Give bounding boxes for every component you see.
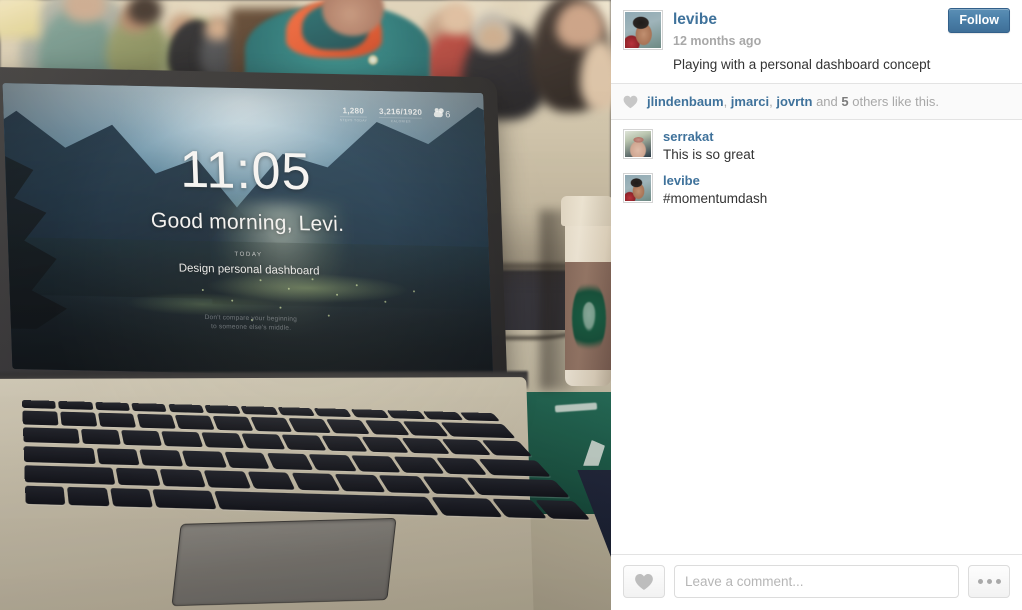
screen-weather: 6 — [434, 109, 450, 119]
likes-text: jlindenbaum, jmarci, jovrtn and 5 others… — [647, 94, 939, 109]
list-item: serrakat This is so great — [623, 129, 1010, 163]
like-user-1[interactable]: jmarci — [731, 94, 769, 109]
avatar-serrakat — [625, 131, 651, 157]
post-author-link[interactable]: levibe — [673, 11, 717, 29]
likes-and-text: and — [812, 94, 842, 109]
likes-row: jlindenbaum, jmarci, jovrtn and 5 others… — [611, 83, 1022, 120]
avatar[interactable] — [623, 173, 653, 203]
cafe-wall-art — [0, 0, 40, 38]
heart-icon — [635, 573, 653, 590]
screen-weather-temp: 6 — [445, 109, 451, 120]
likes-suffix: others like this. — [848, 94, 939, 109]
comment-text: This is so great — [663, 147, 755, 162]
screen-stat-calories: 3,216/1920 CALORIES — [379, 107, 423, 124]
instagram-post-page: 1,280 STEPS TODAY 3,216/1920 CALORIES 6 … — [0, 0, 1022, 610]
screen-stat-steps-value: 1,280 — [342, 105, 365, 116]
post-header: levibe 12 months ago Playing with a pers… — [611, 0, 1022, 83]
laptop-trackpad — [171, 517, 397, 607]
post-photo[interactable]: 1,280 STEPS TODAY 3,216/1920 CALORIES 6 … — [0, 0, 611, 610]
post-caption: Playing with a personal dashboard concep… — [673, 57, 931, 72]
cloud-icon — [434, 110, 444, 117]
comment-input[interactable] — [674, 565, 959, 598]
ellipsis-icon — [995, 579, 1001, 584]
avatar-levibe — [625, 12, 661, 48]
like-user-2[interactable]: jovrtn — [776, 94, 812, 109]
screen-clock: 11:05 — [178, 140, 313, 202]
screen-stat-calories-value: 3,216/1920 — [378, 106, 423, 117]
post-timestamp: 12 months ago — [673, 34, 762, 48]
list-item: levibe #momentumdash — [623, 173, 1010, 207]
comment-text: #momentumdash — [663, 191, 768, 206]
action-bar — [611, 554, 1022, 610]
avatar-levibe — [625, 175, 651, 201]
ellipsis-icon — [977, 579, 983, 584]
heart-icon — [623, 95, 638, 109]
crowd-figure — [478, 24, 508, 50]
ellipsis-icon — [986, 579, 992, 584]
starbucks-logo-icon — [572, 280, 606, 356]
screen-stats: 1,280 STEPS TODAY 3,216/1920 CALORIES 6 — [339, 106, 450, 124]
screen-stat-calories-label: CALORIES — [379, 116, 423, 124]
crowd-figure — [440, 2, 474, 34]
avatar[interactable] — [623, 10, 663, 50]
comments-list: serrakat This is so great levibe #moment… — [611, 120, 1022, 554]
screen-stat-steps: 1,280 STEPS TODAY — [339, 105, 368, 123]
likes-count: 5 — [841, 94, 849, 109]
like-user-0[interactable]: jlindenbaum — [647, 94, 724, 109]
follow-button[interactable]: Follow — [948, 8, 1010, 33]
screen-stat-steps-label: STEPS TODAY — [339, 115, 368, 123]
crowd-figure — [205, 16, 231, 40]
laptop-lid: 1,280 STEPS TODAY 3,216/1920 CALORIES 6 … — [0, 66, 509, 408]
more-options-button[interactable] — [968, 565, 1010, 598]
photo-canvas: 1,280 STEPS TODAY 3,216/1920 CALORIES 6 … — [0, 0, 611, 610]
likes-separator: , — [723, 94, 731, 109]
comment-author-link[interactable]: levibe — [663, 173, 767, 188]
avatar[interactable] — [623, 129, 653, 159]
coffee-cup-lid — [561, 196, 611, 226]
comment-author-link[interactable]: serrakat — [663, 129, 755, 144]
like-button[interactable] — [623, 565, 665, 598]
crowd-figure — [128, 0, 162, 24]
jacket-pin — [368, 55, 378, 65]
comment-body: levibe #momentumdash — [663, 173, 767, 207]
post-details-pane: levibe 12 months ago Playing with a pers… — [611, 0, 1022, 610]
laptop-screen: 1,280 STEPS TODAY 3,216/1920 CALORIES 6 … — [2, 83, 494, 379]
comment-body: serrakat This is so great — [663, 129, 755, 163]
